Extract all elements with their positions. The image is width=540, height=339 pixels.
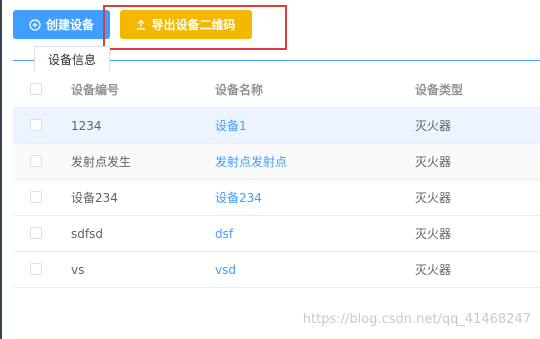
row-checkbox[interactable] [30,191,42,203]
select-all-checkbox[interactable] [30,83,42,95]
row-device-id: sdfsd [71,227,103,241]
tab-device-info[interactable]: 设备信息 [34,46,110,71]
table-row[interactable]: vs vsd 灭火器 [13,252,540,288]
row-checkbox[interactable] [30,227,42,239]
row-device-name-link[interactable]: 设备1 [215,108,247,144]
row-device-id: 1234 [71,119,102,133]
row-device-type: 灭火器 [415,191,452,205]
left-panel-edge [0,0,2,339]
row-device-type: 灭火器 [415,119,452,133]
row-device-type: 灭火器 [415,155,452,169]
table-row[interactable]: 1234 设备1 灭火器 [13,108,540,144]
create-device-label: 创建设备 [45,18,94,32]
create-device-button[interactable]: 创建设备 [13,10,110,39]
row-device-name-link[interactable]: 设备234 [215,180,262,216]
row-checkbox[interactable] [30,155,42,167]
table-row[interactable]: 设备234 设备234 灭火器 [13,180,540,216]
row-checkbox[interactable] [30,119,42,131]
watermark: https://blog.csdn.net/qq_41468247 [302,312,531,327]
annotation-highlight-box [103,5,287,50]
row-device-id: 发射点发生 [71,155,132,169]
header-device-id[interactable]: 设备编号 [71,72,119,108]
row-device-id: vs [71,263,85,277]
table-row[interactable]: 发射点发生 发射点发射点 灭火器 [13,144,540,180]
plus-circle-icon [29,18,41,31]
table-row[interactable]: sdfsd dsf 灭火器 [13,216,540,252]
row-device-name-link[interactable]: dsf [215,216,233,252]
row-device-type: 灭火器 [415,227,452,241]
header-device-type[interactable]: 设备类型 [415,72,463,108]
tab-device-info-label: 设备信息 [47,52,96,67]
row-checkbox[interactable] [30,263,42,275]
row-device-name-link[interactable]: vsd [215,252,236,288]
row-device-id: 设备234 [71,191,118,205]
row-device-type: 灭火器 [415,263,452,277]
header-device-name[interactable]: 设备名称 [215,72,263,108]
row-device-name-link[interactable]: 发射点发射点 [215,144,287,180]
table-header-row: 设备编号 设备名称 设备类型 [13,72,540,108]
